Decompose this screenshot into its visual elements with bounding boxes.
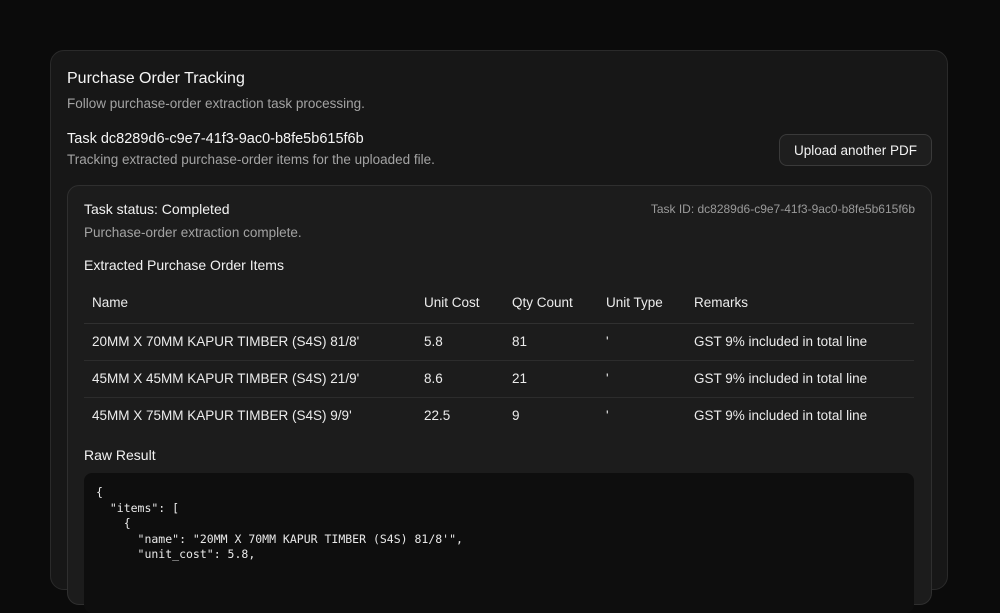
task-status-title: Task status: Completed — [84, 201, 230, 217]
column-header-remarks: Remarks — [686, 282, 914, 324]
cell-name: 45MM X 75MM KAPUR TIMBER (S4S) 9/9' — [92, 408, 352, 424]
cell-unit-type: ' — [606, 408, 609, 424]
cell-unit-cost: 8.6 — [416, 360, 504, 398]
task-id-label: Task ID: dc8289d6-c9e7-41f3-9ac0-b8fe5b6… — [650, 202, 915, 216]
cell-unit-cost: 5.8 — [416, 323, 504, 361]
cell-unit-cost: 22.5 — [424, 408, 451, 424]
task-status-message: Purchase-order extraction complete. — [84, 225, 302, 240]
cell-name: 20MM X 70MM KAPUR TIMBER (S4S) 81/8' — [84, 323, 416, 361]
table-row: 20MM X 70MM KAPUR TIMBER (S4S) 81/8' 5.8… — [84, 323, 914, 361]
column-header-qty-count: Qty Count — [504, 282, 598, 324]
purchase-order-card: Purchase Order Tracking Follow purchase-… — [50, 50, 948, 613]
table-row: 45MM X 75MM KAPUR TIMBER (S4S) 9/9' 22.5… — [84, 397, 914, 434]
cell-qty-count: 21 — [504, 360, 598, 398]
cell-qty-count: 9 — [512, 408, 520, 424]
task-description: Tracking extracted purchase-order items … — [67, 152, 435, 167]
table-row: 45MM X 45MM KAPUR TIMBER (S4S) 21/9' 8.6… — [84, 360, 914, 398]
cell-qty-count: 81 — [504, 323, 598, 361]
items-table: Name Unit Cost Qty Count Unit Type Remar… — [84, 282, 914, 434]
cell-unit-type: ' — [598, 323, 686, 361]
cell-name: 45MM X 45MM KAPUR TIMBER (S4S) 21/9' — [84, 360, 416, 398]
cell-remarks: GST 9% included in total line — [686, 360, 914, 398]
page-subtitle: Follow purchase-order extraction task pr… — [67, 96, 365, 111]
page-title: Purchase Order Tracking — [67, 70, 245, 87]
task-title: Task dc8289d6-c9e7-41f3-9ac0-b8fe5b615f6… — [67, 131, 364, 147]
upload-another-pdf-button[interactable]: Upload another PDF — [779, 134, 932, 166]
raw-result-code: { "items": [ { "name": "20MM X 70MM KAPU… — [96, 485, 463, 561]
task-status-panel: Task status: Completed Task ID: dc8289d6… — [67, 185, 932, 613]
cell-remarks: GST 9% included in total line — [694, 408, 868, 424]
cell-remarks: GST 9% included in total line — [686, 323, 914, 361]
raw-result-heading: Raw Result — [84, 447, 156, 463]
table-header-row: Name Unit Cost Qty Count Unit Type Remar… — [84, 282, 914, 324]
column-header-name: Name — [84, 282, 416, 324]
column-header-unit-type: Unit Type — [598, 282, 686, 324]
column-header-unit-cost: Unit Cost — [416, 282, 504, 324]
items-table-heading: Extracted Purchase Order Items — [84, 257, 284, 273]
cell-unit-type: ' — [598, 360, 686, 398]
raw-result-box[interactable]: { "items": [ { "name": "20MM X 70MM KAPU… — [84, 473, 914, 613]
